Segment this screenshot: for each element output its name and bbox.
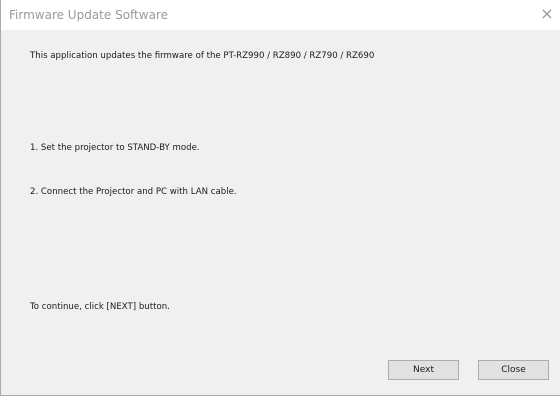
step-1-text: 1. Set the projector to STAND-BY mode.	[30, 143, 200, 153]
close-button[interactable]: Close	[478, 360, 549, 380]
step-2-text: 2. Connect the Projector and PC with LAN…	[30, 187, 237, 197]
firmware-update-window: Firmware Update Software × This applicat…	[0, 0, 560, 396]
close-icon[interactable]: ×	[533, 0, 560, 30]
continue-instruction: To continue, click [NEXT] button.	[30, 302, 170, 312]
next-button[interactable]: Next	[388, 360, 459, 380]
intro-text: This application updates the firmware of…	[30, 51, 375, 61]
window-title: Firmware Update Software	[9, 8, 168, 22]
title-bar: Firmware Update Software ×	[1, 0, 560, 30]
